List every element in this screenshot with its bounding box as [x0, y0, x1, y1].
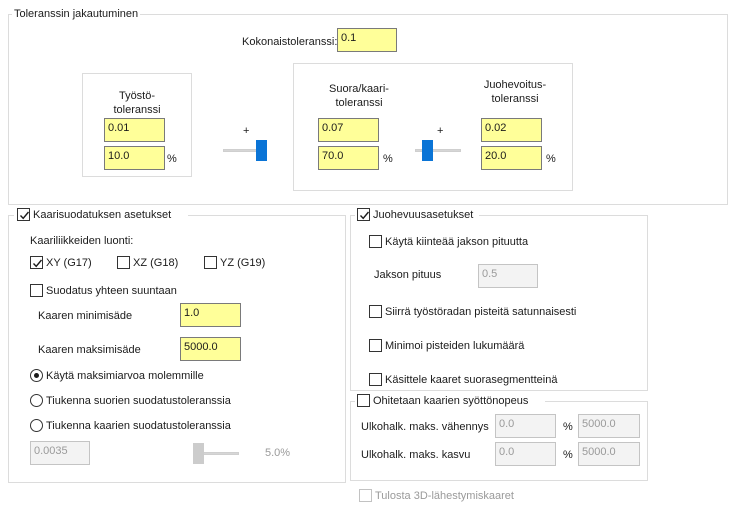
- line-arc-percent-sign: %: [383, 153, 393, 165]
- arc-tolerance-percent: 5.0%: [265, 447, 291, 459]
- smoothing-tolerance-label: Juohevoitus- toleranssi: [483, 79, 547, 105]
- tighten-arcs-radio[interactable]: [30, 419, 43, 432]
- max-radius-input[interactable]: 5000.0: [180, 337, 241, 361]
- checkmark-icon: [19, 211, 30, 220]
- machining-tolerance-input[interactable]: 0.01: [104, 118, 165, 142]
- min-radius-label: Kaaren minimisäde: [38, 310, 133, 322]
- plane-xz-label: XZ (G18): [133, 257, 179, 269]
- tighten-arcs-label: Tiukenna kaarien suodatustoleranssia: [46, 420, 231, 432]
- radio-dot: [34, 373, 39, 378]
- total-tolerance-label: Kokonaistoleranssi:: [242, 36, 338, 48]
- machining-tolerance-label: Työstö- toleranssi: [113, 90, 161, 116]
- output-3d-checkbox[interactable]: [359, 489, 372, 502]
- plane-xz-checkbox[interactable]: [117, 256, 130, 269]
- smoothing-checkbox[interactable]: [357, 208, 370, 221]
- smoothing-percent-sign: %: [546, 153, 556, 165]
- max-decrease-label: Ulkohalk. maks. vähennys: [361, 421, 489, 433]
- max-increase-percent-sign: %: [563, 449, 573, 461]
- max-increase-max-input: 5000.0: [578, 442, 640, 466]
- tolerance-distribution-legend: Toleranssin jakautuminen: [12, 7, 141, 21]
- checkmark-icon: [359, 211, 370, 220]
- machining-percent-input[interactable]: 10.0: [104, 146, 165, 170]
- slider1-thumb[interactable]: [256, 140, 267, 161]
- total-tolerance-input[interactable]: 0.1: [337, 28, 397, 52]
- treat-arcs-label: Käsittele kaaret suorasegmentteinä: [385, 374, 558, 386]
- interval-length-label: Jakson pituus: [374, 269, 442, 281]
- min-radius-input[interactable]: 1.0: [180, 303, 241, 327]
- move-points-checkbox[interactable]: [369, 305, 382, 318]
- slider1-plus-sign: +: [243, 125, 250, 137]
- plane-yz-checkbox[interactable]: [204, 256, 217, 269]
- fixed-interval-label: Käytä kiinteää jakson pituutta: [385, 236, 529, 248]
- arc-filter-legend: Kaarisuodatuksen asetukset: [33, 209, 172, 221]
- fixed-interval-checkbox[interactable]: [369, 235, 382, 248]
- arc-tolerance-disabled-input: 0.0035: [30, 441, 90, 465]
- output-3d-label: Tulosta 3D-lähestymiskaaret: [375, 490, 514, 502]
- max-decrease-input: 0.0: [495, 414, 556, 438]
- treat-arcs-checkbox[interactable]: [369, 373, 382, 386]
- arc-moves-label: Kaariliikkeiden luonti:: [30, 235, 134, 247]
- machining-percent-sign: %: [167, 153, 177, 165]
- smoothing-tolerance-input[interactable]: 0.02: [481, 118, 542, 142]
- checkmark-icon: [32, 259, 43, 268]
- max-increase-label: Ulkohalk. maks. kasvu: [361, 449, 471, 461]
- smoothing-legend: Juohevuusasetukset: [373, 209, 474, 221]
- one-direction-checkbox[interactable]: [30, 284, 43, 297]
- slider2-plus-sign: +: [437, 125, 444, 137]
- max-radius-label: Kaaren maksimisäde: [38, 344, 141, 356]
- plane-yz-label: YZ (G19): [220, 257, 266, 269]
- minimize-points-checkbox[interactable]: [369, 339, 382, 352]
- feedrate-checkbox[interactable]: [357, 394, 370, 407]
- minimize-points-label: Minimoi pisteiden lukumäärä: [385, 340, 525, 352]
- max-decrease-percent-sign: %: [563, 421, 573, 433]
- line-arc-tolerance-input[interactable]: 0.07: [318, 118, 379, 142]
- tighten-lines-radio[interactable]: [30, 394, 43, 407]
- max-decrease-max-input: 5000.0: [578, 414, 640, 438]
- arc-filter-checkbox[interactable]: [17, 208, 30, 221]
- feedrate-legend: Ohitetaan kaarien syöttönopeus: [373, 395, 529, 407]
- feedrate-group: [350, 401, 648, 481]
- plane-xy-checkbox[interactable]: [30, 256, 43, 269]
- smoothing-percent-input[interactable]: 20.0: [481, 146, 542, 170]
- interval-length-input: 0.5: [478, 264, 538, 288]
- line-arc-tolerance-label: Suora/kaari- toleranssi: [329, 83, 389, 109]
- use-max-both-label: Käytä maksimiarvoa molemmille: [46, 370, 204, 382]
- slider2-thumb[interactable]: [422, 140, 433, 161]
- line-arc-percent-input[interactable]: 70.0: [318, 146, 379, 170]
- use-max-both-radio[interactable]: [30, 369, 43, 382]
- one-direction-label: Suodatus yhteen suuntaan: [46, 285, 177, 297]
- tighten-lines-label: Tiukenna suorien suodatustoleranssia: [46, 395, 231, 407]
- max-increase-input: 0.0: [495, 442, 556, 466]
- arc-tolerance-slider-thumb: [193, 443, 204, 464]
- plane-xy-label: XY (G17): [46, 257, 92, 269]
- move-points-label: Siirrä työstöradan pisteitä satunnaisest…: [385, 306, 577, 318]
